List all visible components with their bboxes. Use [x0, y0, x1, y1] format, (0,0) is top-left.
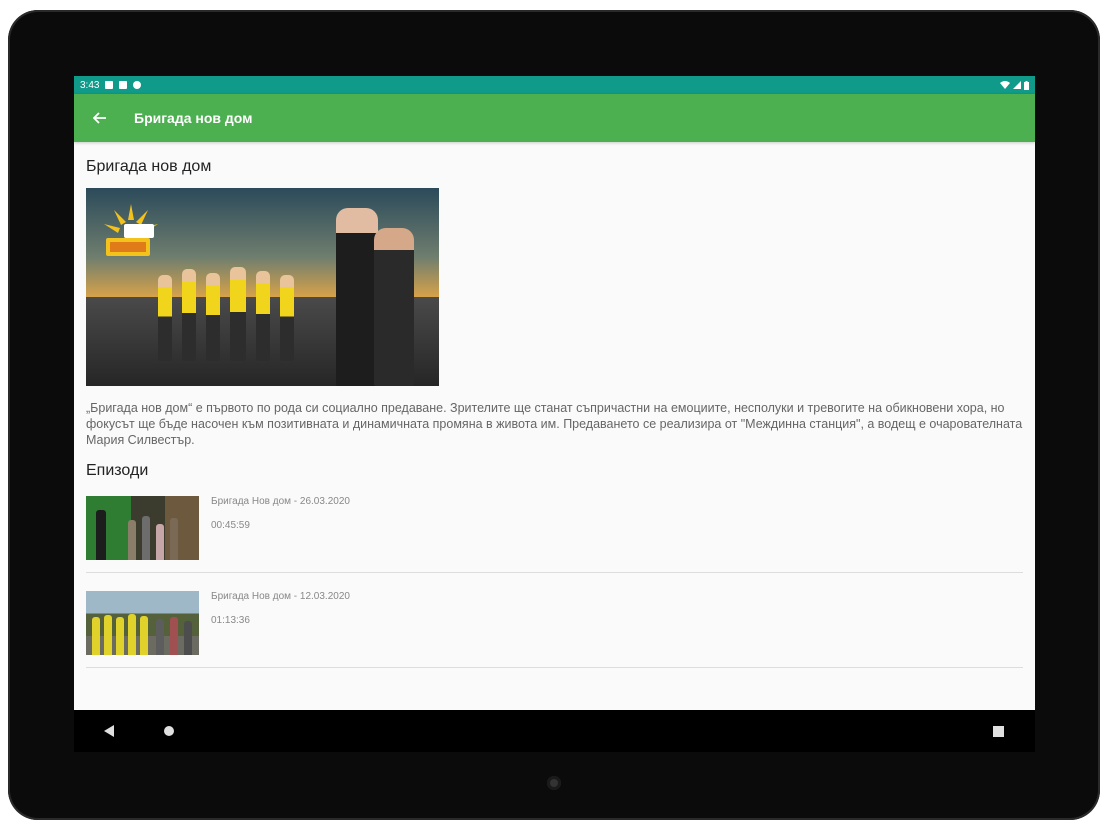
- triangle-back-icon: [104, 725, 114, 737]
- app-screen: 3:43 Бригада нов дом Бригада нов дом „Бр…: [74, 76, 1035, 752]
- back-button[interactable]: [76, 94, 124, 142]
- episode-item[interactable]: Бригада Нов дом - 12.03.2020 01:13:36: [86, 585, 1023, 668]
- episode-title: Бригада Нов дом - 12.03.2020: [211, 591, 350, 602]
- wifi-icon: [1000, 81, 1010, 89]
- circle-home-icon: [164, 726, 174, 736]
- cohost-figure: [374, 228, 414, 386]
- front-camera: [547, 776, 561, 790]
- episode-duration: 00:45:59: [211, 520, 250, 531]
- app-bar: Бригада нов дом: [74, 94, 1035, 142]
- episode-list: Бригада Нов дом - 26.03.2020 00:45:59 Бр…: [86, 490, 1023, 668]
- sd-card-icon: [119, 81, 128, 89]
- show-description: „Бригада нов дом“ е първото по рода си с…: [86, 401, 1023, 447]
- nav-recents-button[interactable]: [977, 710, 1019, 752]
- app-bar-title: Бригада нов дом: [134, 110, 253, 126]
- show-title: Бригада нов дом: [86, 158, 212, 175]
- square-recents-icon: [992, 725, 1004, 737]
- signal-icon: [1013, 81, 1021, 89]
- content: Бригада нов дом „Бригада нов дом“ е първ…: [86, 142, 1023, 668]
- show-cover-image: [86, 188, 439, 386]
- status-bar: 3:43: [74, 76, 1035, 94]
- episode-item[interactable]: Бригада Нов дом - 26.03.2020 00:45:59: [86, 490, 1023, 573]
- nav-back-button[interactable]: [88, 710, 130, 752]
- episodes-heading: Епизоди: [86, 462, 149, 479]
- host-figure: [336, 208, 378, 386]
- status-time: 3:43: [80, 79, 100, 91]
- episode-duration: 01:13:36: [211, 615, 250, 626]
- show-logo-icon: [104, 204, 158, 256]
- episode-thumbnail: [86, 496, 199, 560]
- battery-icon: [1024, 80, 1029, 90]
- episode-title: Бригада Нов дом - 26.03.2020: [211, 496, 350, 507]
- notification-a-icon: [105, 81, 114, 89]
- navigation-bar: [74, 710, 1035, 752]
- episode-thumbnail: [86, 591, 199, 655]
- notification-p-icon: [133, 81, 142, 89]
- arrow-back-icon: [93, 112, 106, 124]
- nav-home-button[interactable]: [148, 710, 190, 752]
